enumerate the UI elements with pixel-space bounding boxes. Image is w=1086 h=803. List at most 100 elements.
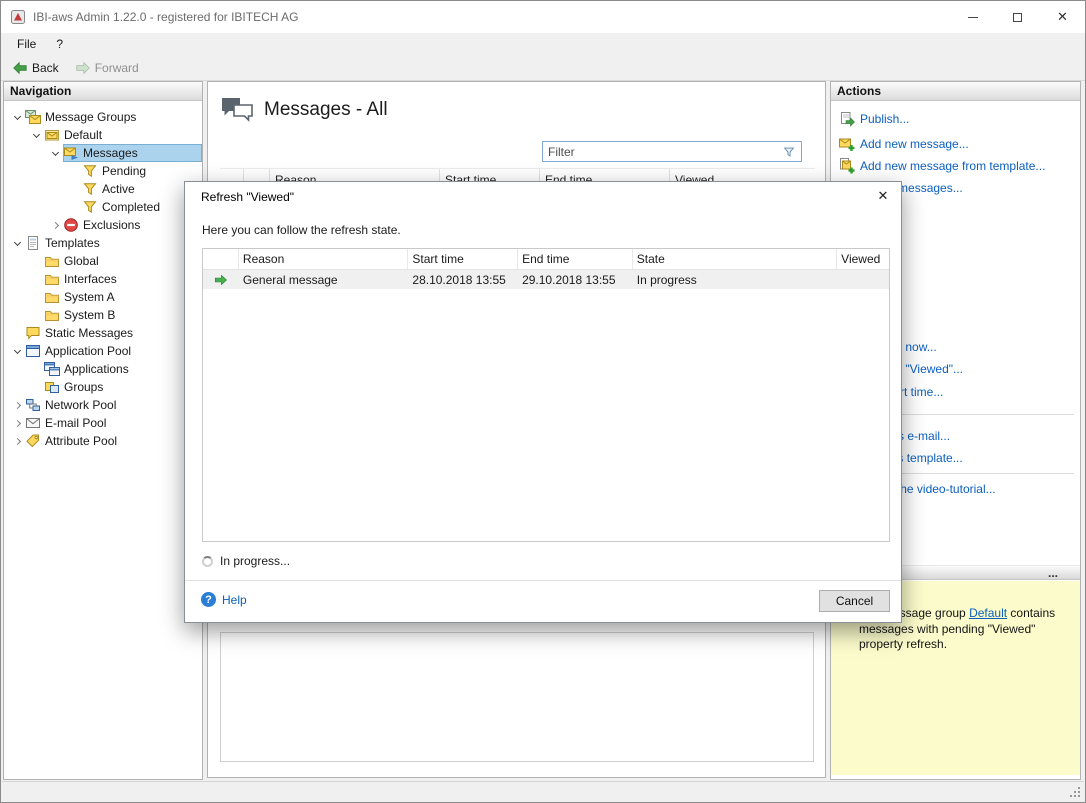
tree-item-label: Default bbox=[60, 128, 106, 142]
tree-item-system-b[interactable]: System B bbox=[4, 306, 202, 324]
messages-header-icon bbox=[220, 94, 254, 124]
statusbar bbox=[2, 781, 1084, 801]
dialog-column-header-viewed[interactable]: Viewed bbox=[837, 249, 889, 269]
refresh-table-row[interactable]: General message28.10.2018 13:5529.10.201… bbox=[203, 270, 889, 289]
attribute-pool-icon bbox=[25, 433, 41, 449]
tree-item-global[interactable]: Global bbox=[4, 252, 202, 270]
tree-expander-icon[interactable] bbox=[48, 144, 63, 162]
window-controls: ✕ bbox=[950, 1, 1085, 33]
tree-expander-icon[interactable] bbox=[10, 396, 25, 414]
action-add-new-message-from-template[interactable]: Add new message from template... bbox=[839, 156, 1078, 176]
folder-icon bbox=[44, 271, 60, 287]
action-publish[interactable]: Publish... bbox=[839, 109, 1078, 129]
tree-item-network-pool[interactable]: Network Pool bbox=[4, 396, 202, 414]
tree-item-label: Messages bbox=[79, 146, 142, 160]
expander-spacer bbox=[29, 360, 44, 378]
help-link[interactable]: ? Help bbox=[201, 592, 247, 607]
static-messages-icon bbox=[25, 325, 41, 341]
expander-spacer bbox=[29, 378, 44, 396]
tree-item-messages[interactable]: Messages bbox=[4, 144, 202, 162]
navigation-panel: Navigation Message Groups Default Messages… bbox=[3, 81, 203, 780]
navigation-panel-header: Navigation bbox=[4, 82, 202, 101]
dialog-column-header-end-time[interactable]: End time bbox=[518, 249, 633, 269]
expander-spacer bbox=[67, 198, 82, 216]
tree-item-e-mail-pool[interactable]: E-mail Pool bbox=[4, 414, 202, 432]
menu-item-help[interactable]: ? bbox=[46, 34, 73, 54]
tree-item-interfaces[interactable]: Interfaces bbox=[4, 270, 202, 288]
filter-box bbox=[542, 141, 802, 162]
tree-item-message-groups[interactable]: Message Groups bbox=[4, 108, 202, 126]
maximize-button[interactable] bbox=[995, 1, 1040, 33]
tree-item-label: Interfaces bbox=[60, 272, 121, 286]
templates-icon bbox=[25, 235, 41, 251]
tree-item-pending[interactable]: Pending bbox=[4, 162, 202, 180]
application-pool-icon bbox=[25, 343, 41, 359]
email-pool-icon bbox=[25, 415, 41, 431]
menu-item-file[interactable]: File bbox=[7, 34, 46, 54]
app-icon bbox=[10, 9, 26, 25]
resize-grip[interactable] bbox=[1070, 787, 1080, 797]
tree-item-active[interactable]: Active bbox=[4, 180, 202, 198]
message-groups-icon bbox=[25, 109, 41, 125]
dialog-column-header-reason[interactable]: Reason bbox=[239, 249, 409, 269]
tree-expander-icon[interactable] bbox=[48, 216, 63, 234]
dialog-column-header-state[interactable]: State bbox=[633, 249, 837, 269]
tree-item-static-messages[interactable]: Static Messages bbox=[4, 324, 202, 342]
filter-input[interactable] bbox=[548, 145, 778, 159]
titlebar: IBI-aws Admin 1.22.0 - registered for IB… bbox=[1, 1, 1085, 33]
dialog-column-header-icon[interactable] bbox=[203, 249, 239, 269]
expander-spacer bbox=[10, 324, 25, 342]
cell-start-time: 28.10.2018 13:55 bbox=[408, 273, 518, 287]
tree-expander-icon[interactable] bbox=[10, 108, 25, 126]
tree-item-application-pool[interactable]: Application Pool bbox=[4, 342, 202, 360]
tree-item-label: Application Pool bbox=[41, 344, 135, 358]
tree-item-label: Attribute Pool bbox=[41, 434, 121, 448]
minimize-button[interactable] bbox=[950, 1, 995, 33]
action-label: Publish... bbox=[860, 112, 909, 126]
cell-state: In progress bbox=[633, 273, 837, 287]
expander-spacer bbox=[67, 180, 82, 198]
tree-item-label: System B bbox=[60, 308, 119, 322]
tree-item-label: Static Messages bbox=[41, 326, 137, 340]
info-section-header-text: ... bbox=[1048, 566, 1058, 580]
close-button[interactable]: ✕ bbox=[1040, 1, 1085, 33]
action-add-new-message[interactable]: Add new message... bbox=[839, 134, 1078, 154]
tree-item-label: Applications bbox=[60, 362, 133, 376]
tree-item-applications[interactable]: Applications bbox=[4, 360, 202, 378]
tree-item-label: System A bbox=[60, 290, 119, 304]
tree-item-label: Exclusions bbox=[79, 218, 144, 232]
tree-expander-icon[interactable] bbox=[10, 414, 25, 432]
tree-expander-icon[interactable] bbox=[10, 432, 25, 450]
refresh-viewed-dialog: Refresh "Viewed" ✕ Here you can follow t… bbox=[184, 181, 902, 623]
filter-icon bbox=[82, 181, 98, 197]
groups-icon bbox=[44, 379, 60, 395]
tree-item-templates[interactable]: Templates bbox=[4, 234, 202, 252]
dialog-close-button[interactable]: ✕ bbox=[865, 182, 901, 210]
arrow-right-icon bbox=[214, 273, 228, 287]
tree-item-groups[interactable]: Groups bbox=[4, 378, 202, 396]
forward-button[interactable]: Forward bbox=[68, 58, 146, 78]
tree-item-completed[interactable]: Completed bbox=[4, 198, 202, 216]
dialog-column-header-start-time[interactable]: Start time bbox=[408, 249, 518, 269]
refresh-table-body: General message28.10.2018 13:5529.10.201… bbox=[203, 270, 889, 289]
tree-item-label: Groups bbox=[60, 380, 107, 394]
tree-item-default[interactable]: Default bbox=[4, 126, 202, 144]
forward-label: Forward bbox=[95, 61, 139, 75]
tree-expander-icon[interactable] bbox=[29, 126, 44, 144]
tree-expander-icon[interactable] bbox=[10, 342, 25, 360]
tree-item-exclusions[interactable]: Exclusions bbox=[4, 216, 202, 234]
default-group-link[interactable]: Default bbox=[969, 606, 1007, 620]
tree-item-attribute-pool[interactable]: Attribute Pool bbox=[4, 432, 202, 450]
expander-spacer bbox=[67, 162, 82, 180]
forward-icon bbox=[75, 60, 91, 76]
navigation-tree: Message Groups Default Messages PendingActi… bbox=[4, 101, 202, 779]
minimize-icon bbox=[968, 17, 978, 18]
cancel-button[interactable]: Cancel bbox=[819, 590, 890, 612]
expander-spacer bbox=[29, 252, 44, 270]
tree-item-system-a[interactable]: System A bbox=[4, 288, 202, 306]
cell-end-time: 29.10.2018 13:55 bbox=[518, 273, 633, 287]
back-button[interactable]: Back bbox=[5, 58, 66, 78]
cell-reason: General message bbox=[239, 273, 409, 287]
page-title: Messages - All bbox=[264, 99, 388, 121]
tree-expander-icon[interactable] bbox=[10, 234, 25, 252]
